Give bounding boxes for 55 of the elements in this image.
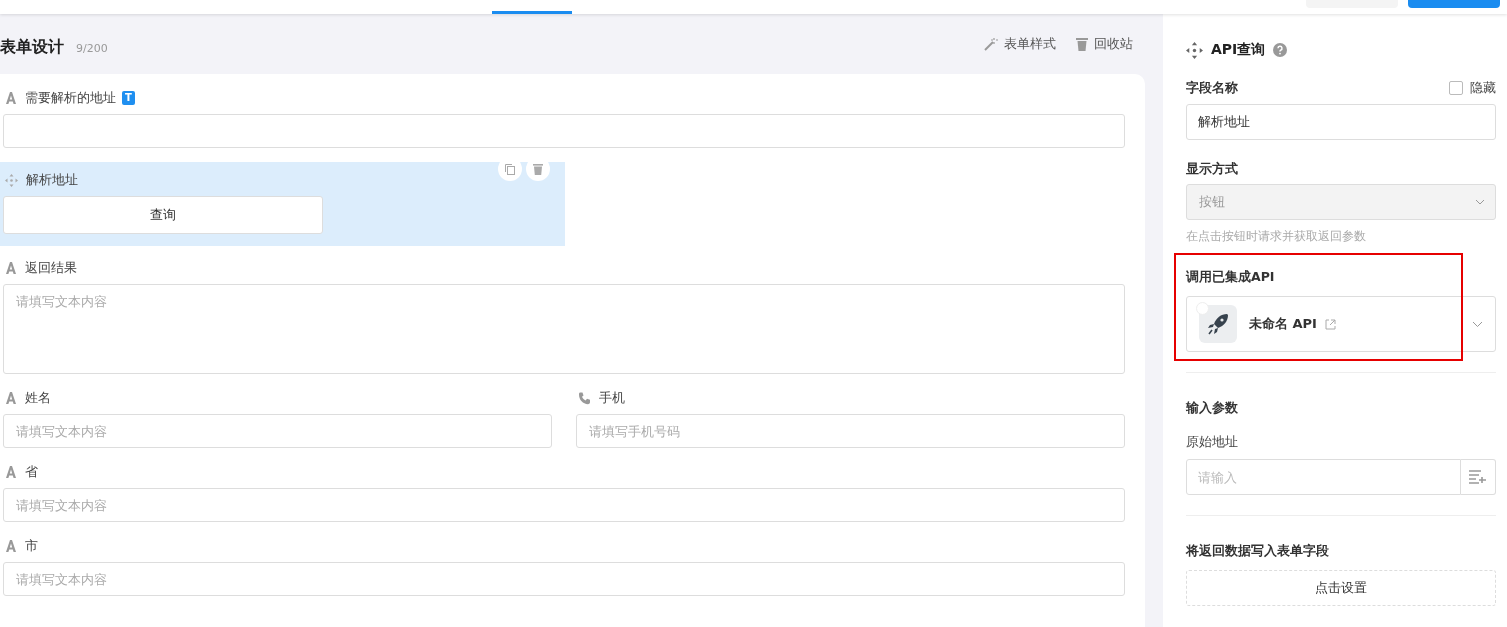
text-type-icon	[5, 466, 17, 478]
move-icon	[5, 173, 18, 187]
form-field[interactable]: 姓名 请填写文本内容	[3, 388, 552, 462]
help-icon[interactable]	[1273, 43, 1288, 57]
text-input[interactable]: 请填写文本内容	[3, 562, 1125, 596]
text-input[interactable]: 请填写文本内容	[3, 488, 1125, 522]
form-field[interactable]: 需要解析的地址 T	[3, 88, 1125, 162]
form-field[interactable]: 市 请填写文本内容	[3, 536, 1125, 610]
field-label: 返回结果	[25, 259, 77, 277]
hide-checkbox[interactable]: 隐藏	[1449, 79, 1496, 97]
text-type-icon	[5, 92, 17, 104]
text-input[interactable]: 请填写手机号码	[576, 414, 1125, 448]
input-params-label: 输入参数	[1186, 399, 1239, 417]
form-style-button[interactable]: 表单样式	[984, 35, 1056, 53]
field-label: 解析地址	[26, 171, 78, 189]
rocket-icon	[1199, 305, 1237, 343]
display-mode-label: 显示方式	[1186, 160, 1239, 178]
text-type-icon	[5, 392, 17, 404]
text-input[interactable]: 请填写文本内容	[3, 414, 552, 448]
panel-title: API查询	[1211, 41, 1266, 59]
textarea-input[interactable]: 请填写文本内容	[3, 284, 1125, 374]
field-name-input[interactable]: 解析地址	[1186, 104, 1496, 140]
trash-icon	[1076, 37, 1088, 51]
field-label: 省	[25, 463, 38, 481]
text-input[interactable]	[3, 114, 1125, 148]
output-label: 将返回数据写入表单字段	[1186, 542, 1330, 560]
form-field[interactable]: 省 请填写文本内容	[3, 462, 1125, 536]
chevron-down-icon	[1472, 320, 1483, 328]
text-type-icon	[5, 540, 17, 552]
display-hint: 在点击按钮时请求并获取返回参数	[1186, 228, 1367, 245]
api-name: 未命名 API	[1249, 315, 1317, 333]
move-icon	[1186, 41, 1203, 59]
form-title: 表单设计	[0, 36, 64, 58]
external-link-icon[interactable]	[1324, 318, 1336, 330]
param-label: 原始地址	[1186, 433, 1239, 451]
field-label: 姓名	[25, 389, 51, 407]
chevron-down-icon	[1475, 199, 1485, 205]
api-label: 调用已集成API	[1186, 268, 1276, 286]
recycle-bin-button[interactable]: 回收站	[1076, 35, 1133, 53]
form-field[interactable]: 返回结果 请填写文本内容	[3, 258, 1125, 388]
param-input[interactable]: 请输入	[1186, 459, 1461, 495]
magic-wand-icon	[984, 37, 998, 51]
field-label: 市	[25, 537, 38, 555]
form-field[interactable]: 手机 请填写手机号码	[576, 388, 1125, 462]
settings-button[interactable]: 点击设置	[1186, 570, 1496, 606]
api-select[interactable]: 未命名 API	[1186, 296, 1496, 352]
text-type-icon	[5, 262, 17, 274]
insert-field-icon[interactable]	[1461, 459, 1496, 495]
field-count: 9/200	[76, 41, 108, 55]
field-label: 手机	[599, 389, 625, 407]
field-name-label: 字段名称	[1186, 79, 1238, 97]
phone-icon	[578, 391, 591, 405]
field-label: 需要解析的地址	[25, 89, 116, 107]
text-tag: T	[122, 91, 135, 105]
query-button[interactable]: 查询	[3, 196, 323, 234]
